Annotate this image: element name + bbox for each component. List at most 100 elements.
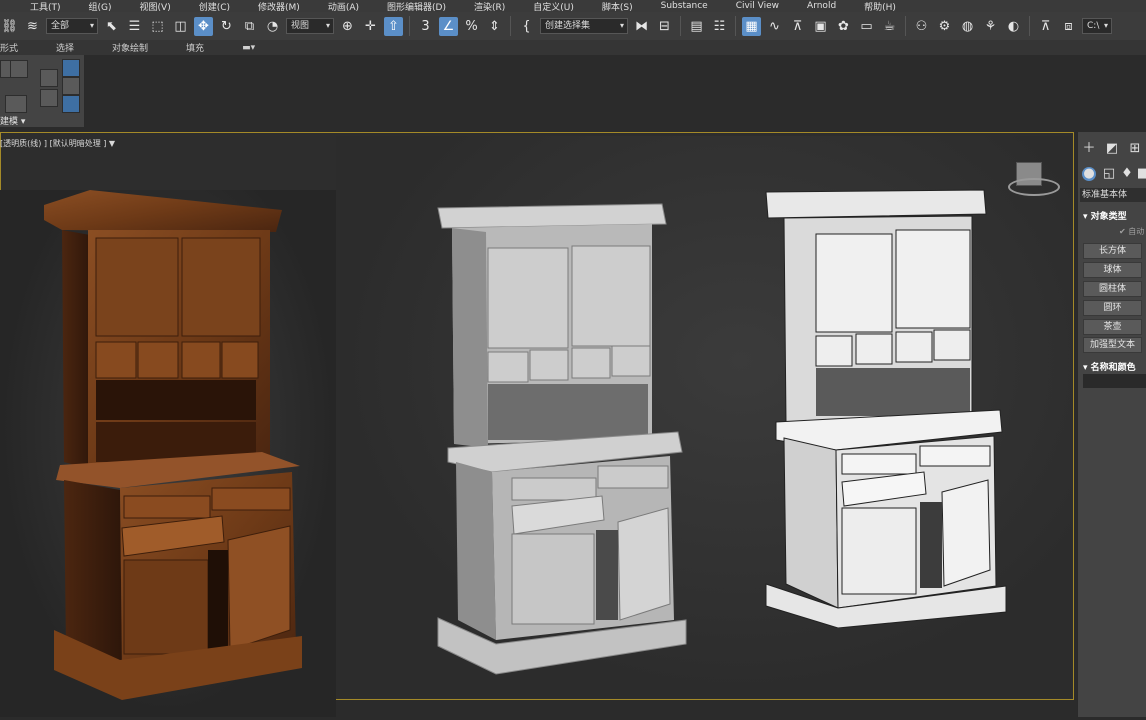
pivot-center-icon[interactable]: ⊕ [338,17,357,36]
arnold-icon-4[interactable]: ⚘ [981,17,1000,36]
rotate-icon[interactable]: ↻ [217,17,236,36]
arnold-icon-3[interactable]: ◍ [958,17,977,36]
wooden-cabinet-render [44,190,302,700]
menu-item-create[interactable]: 创建(C) [199,0,230,13]
link-icon[interactable]: ⛓ [0,17,19,36]
select-by-name-icon[interactable]: ☰ [125,17,144,36]
reference-coord-dropdown[interactable]: 视图 [286,18,334,34]
create-tab-icon[interactable]: ＋ [1082,142,1096,156]
toggle-ribbon-icon[interactable]: ▦ [742,16,761,36]
menu-item-help[interactable]: 帮助(H) [864,0,896,13]
render-production-icon[interactable]: ☕ [880,17,899,36]
snap-3d-icon[interactable]: 3 [416,17,435,36]
curve-editor-icon[interactable]: ∿ [765,17,784,36]
selection-filter-dropdown[interactable]: 全部 [46,18,98,34]
menu-item-substance[interactable]: Substance [661,1,708,11]
ribbon-tab-populate[interactable]: 填充 [186,41,204,54]
toolbar-separator [1029,16,1030,36]
menu-item-customize[interactable]: 自定义(U) [533,0,574,13]
reference-render-image [0,190,336,717]
arnold-icon-5[interactable]: ◐ [1004,17,1023,36]
menu-item-arnold[interactable]: Arnold [807,1,836,11]
sphere-button[interactable]: 球体 [1083,262,1142,278]
rect-selection-icon[interactable]: ⬚ [148,17,167,36]
main-toolbar: ⛓ ≋ 全部 ⬉ ☰ ⬚ ◫ ✥ ↻ ⧉ ◔ 视图 ⊕ ✛ ⇧ 3 ∠ % ⇕ … [0,12,1146,41]
material-editor-icon[interactable]: ▣ [811,17,830,36]
window-crossing-icon[interactable]: ◫ [171,17,190,36]
arnold-icon-2[interactable]: ⚙ [935,17,954,36]
ribbon-tool-button[interactable] [40,69,58,87]
menu-item-scripting[interactable]: 脚本(S) [602,0,633,13]
move-icon[interactable]: ✥ [194,16,213,36]
select-manipulate-icon[interactable]: ✛ [361,17,380,36]
command-line-field[interactable]: C:\ [1082,18,1112,34]
geometry-icon[interactable]: ● [1082,167,1096,181]
shapes-icon[interactable]: ◱ [1102,167,1116,181]
spinner-snap-icon[interactable]: ⇕ [485,17,504,36]
edged-faces-cabinet-model[interactable] [762,188,1012,628]
ribbon-tool-button[interactable] [10,60,28,78]
align-icon[interactable]: ⊟ [655,17,674,36]
toolbar-separator [680,16,681,36]
percent-snap-icon[interactable]: % [462,17,481,36]
modify-tab-icon[interactable]: ◩ [1105,142,1119,156]
arnold-icon-1[interactable]: ⚇ [912,17,931,36]
teapot-button[interactable]: 茶壶 [1083,319,1142,335]
scale-icon[interactable]: ⧉ [240,17,259,36]
object-name-field[interactable] [1083,374,1146,388]
menu-item-views[interactable]: 视图(V) [140,0,171,13]
hierarchy-tab-icon[interactable]: ⊞ [1128,142,1142,156]
bind-space-warp-icon[interactable]: ≋ [23,17,42,36]
layer-explorer-icon[interactable]: ☷ [710,17,729,36]
select-object-icon[interactable]: ⬉ [102,17,121,36]
menu-item-graph-editors[interactable]: 图形编辑器(D) [387,0,446,13]
ribbon-tool-button[interactable] [5,95,27,113]
toolbar-separator [409,16,410,36]
viewcube-compass-ring[interactable] [1008,178,1060,196]
cameras-icon[interactable]: ■ [1136,167,1146,181]
menu-item-group[interactable]: 组(G) [89,0,112,13]
object-type-rollout[interactable]: ▾ 对象类型 [1083,209,1127,222]
placement-icon[interactable]: ◔ [263,17,282,36]
cylinder-button[interactable]: 圆柱体 [1083,281,1142,297]
schematic-view-icon[interactable]: ⊼ [788,17,807,36]
box-button[interactable]: 长方体 [1083,243,1142,259]
menu-item-rendering[interactable]: 渲染(R) [474,0,505,13]
viewport-label[interactable]: [透明质(线) ] [默认明暗处理 ] ▼ [0,138,115,149]
ribbon-panel-label[interactable]: 建模 ▾ [0,114,25,127]
ribbon-tool-button[interactable] [62,95,80,113]
ribbon-tool-button[interactable] [40,89,58,107]
menu-item-modifiers[interactable]: 修改器(M) [258,0,300,13]
ribbon-tab-freeform[interactable]: 形式 [0,41,18,54]
workspace-icon[interactable]: ⧈ [1059,17,1078,36]
name-color-rollout[interactable]: ▾ 名称和颜色 [1083,360,1136,373]
render-setup-icon[interactable]: ✿ [834,17,853,36]
menu-bar: 工具(T) 组(G) 视图(V) 创建(C) 修改器(M) 动画(A) 图形编辑… [0,0,1146,12]
ribbon-tool-button[interactable] [62,59,80,77]
torus-button[interactable]: 圆环 [1083,300,1142,316]
mirror-icon[interactable]: ⧓ [632,17,651,36]
menu-item-animation[interactable]: 动画(A) [328,0,359,13]
menu-item-tools[interactable]: 工具(T) [30,0,61,13]
text-plus-button[interactable]: 加强型文本 [1083,337,1142,353]
scene-explorer-icon[interactable]: ▤ [687,17,706,36]
menu-item-civil-view[interactable]: Civil View [736,1,779,11]
ribbon-tab-object-paint[interactable]: 对象绘制 [112,41,148,54]
keyboard-shortcut-toggle-icon[interactable]: ⇧ [384,16,403,36]
ribbon-tool-button[interactable] [62,77,80,95]
angle-snap-icon[interactable]: ∠ [439,16,458,36]
toolbar-separator [735,16,736,36]
toolbar-separator [905,16,906,36]
rendered-frame-window-icon[interactable]: ▭ [857,17,876,36]
gray-shaded-cabinet-model[interactable] [430,200,700,680]
project-folder-icon[interactable]: ⊼ [1036,17,1055,36]
primitive-category-dropdown[interactable]: 标准基本体 [1080,188,1146,202]
named-selection-dropdown[interactable]: 创建选择集 [540,18,628,34]
autogrid-checkbox[interactable]: ✔ 自动 [1119,226,1144,237]
lights-icon[interactable]: ♦ [1120,167,1134,181]
edit-named-selection-icon[interactable]: { [517,17,536,36]
toolbar-separator [510,16,511,36]
ribbon-tab-selection[interactable]: 选择 [56,41,74,54]
ribbon-tab-bar: 形式 选择 对象绘制 填充 ▬▾ [0,40,1146,55]
ribbon-toggle-icon[interactable]: ▬▾ [242,43,255,53]
